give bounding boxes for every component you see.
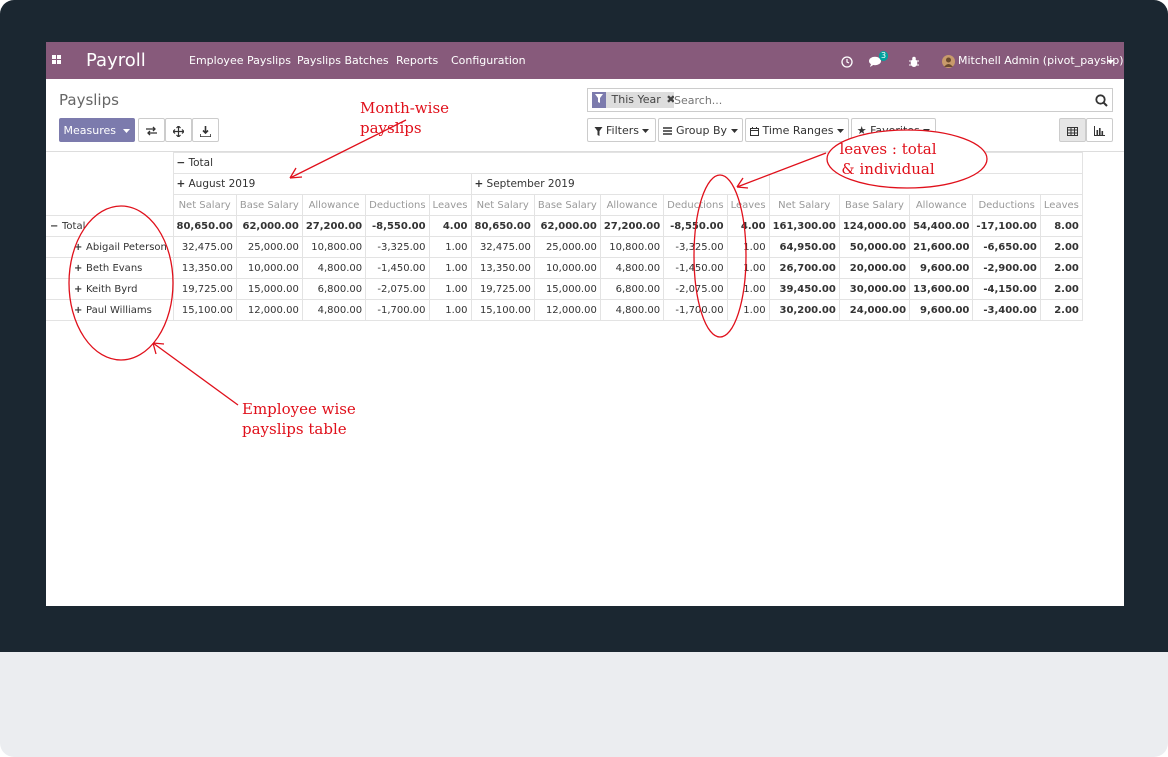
- screen: Payroll Employee Payslips Payslips Batch…: [46, 42, 1124, 606]
- annotation-line: & individual: [841, 160, 935, 178]
- annotation-arrow: [289, 119, 407, 179]
- annotation-overlay: [68, 119, 988, 406]
- annotation-line: Employee wise: [242, 400, 356, 418]
- annotation-line: leaves : total: [839, 140, 937, 158]
- annotation-leaves-column-ellipse: [693, 174, 747, 338]
- annotation-leaves: leaves : total & individual: [838, 139, 938, 179]
- annotation-employee-ellipse: [68, 205, 174, 361]
- annotation-arrow: [736, 152, 827, 188]
- monitor-stand: [0, 652, 1168, 757]
- annotation-line: payslips table: [242, 420, 347, 438]
- annotation-arrow: [152, 342, 239, 406]
- annotation-employee: Employee wise payslips table: [242, 399, 386, 447]
